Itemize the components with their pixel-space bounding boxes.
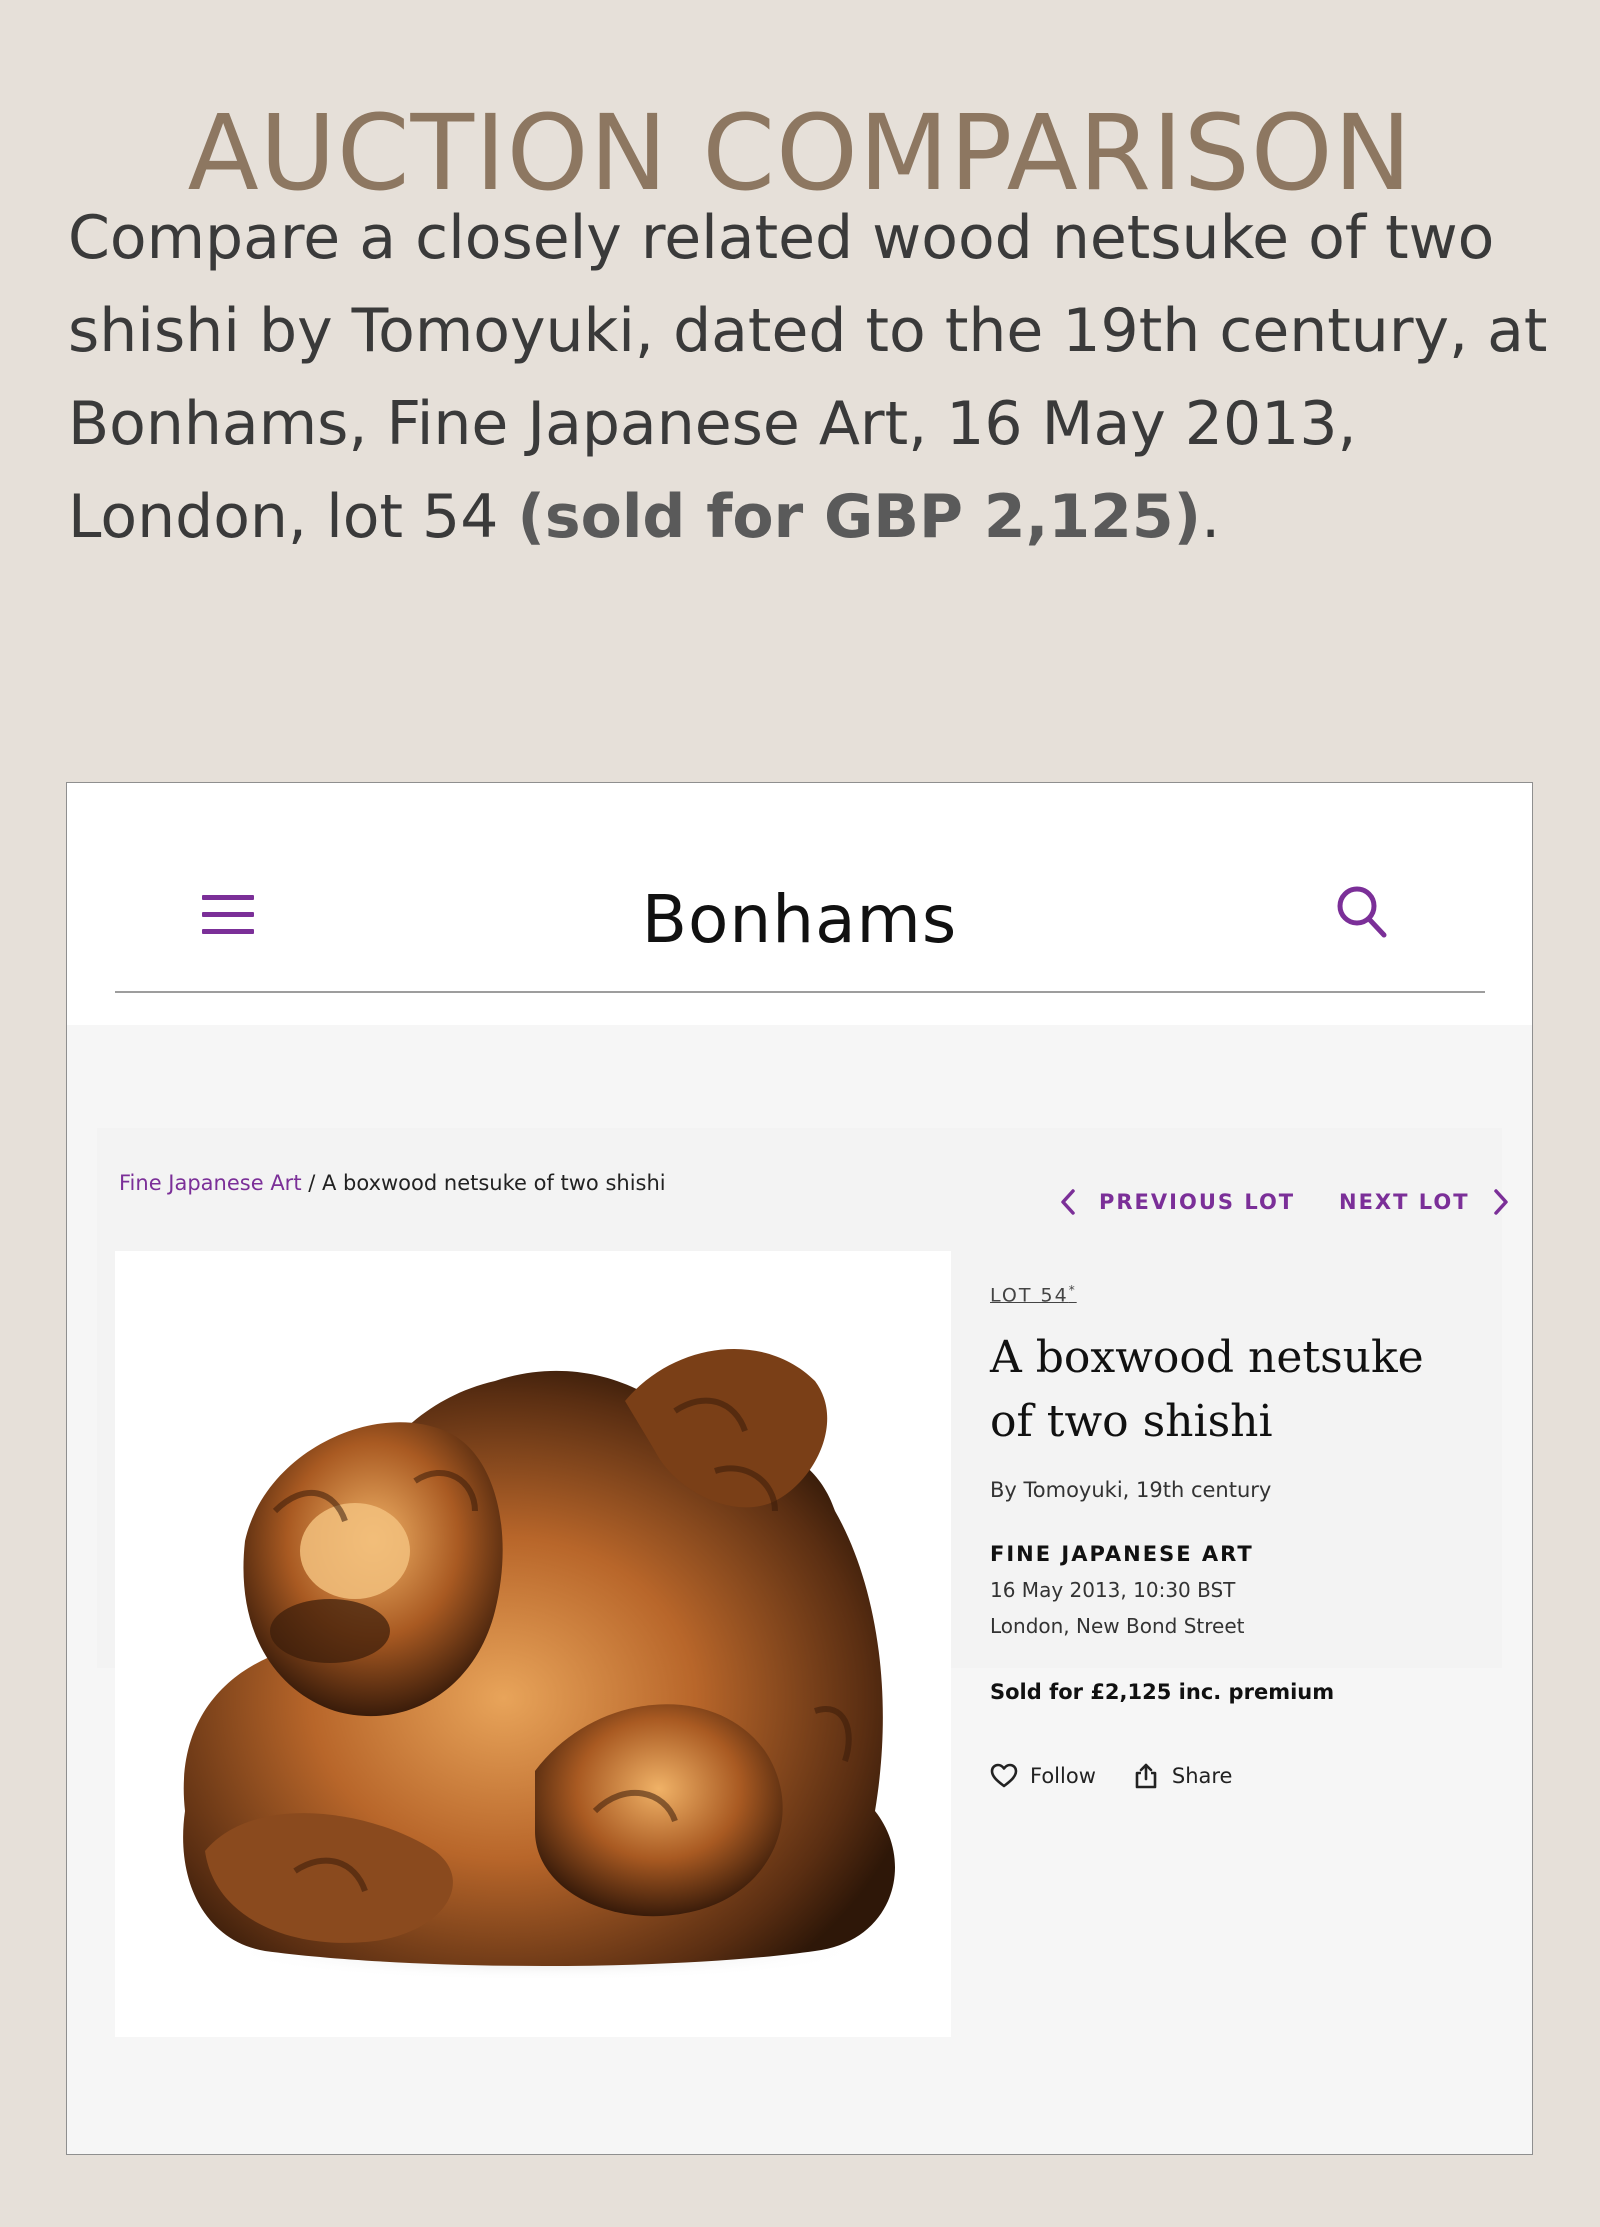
breadcrumb-link-sale[interactable]: Fine Japanese Art <box>119 1171 302 1195</box>
sale-location: London, New Bond Street <box>990 1614 1245 1639</box>
comparison-end: . <box>1201 482 1221 552</box>
follow-label: Follow <box>1030 1764 1096 1789</box>
lot-title-line-1: A boxwood netsuke <box>990 1332 1424 1384</box>
share-icon <box>1135 1764 1157 1789</box>
sale-name[interactable]: FINE JAPANESE ART <box>990 1542 1460 1566</box>
lot-number-mark: * <box>1068 1283 1077 1297</box>
lot-image[interactable] <box>115 1251 951 2037</box>
screenshot-frame: Bonhams Fine Japanese Art / A boxwood ne… <box>66 782 1533 2155</box>
previous-lot-label: PREVIOUS LOT <box>1099 1190 1296 1214</box>
lot-title: A boxwood netsuke of two shishi <box>990 1326 1460 1454</box>
lot-number[interactable]: LOT 54* <box>990 1283 1460 1306</box>
header-divider <box>115 991 1485 993</box>
sale-date: 16 May 2013, 10:30 BST <box>990 1578 1236 1603</box>
breadcrumb: Fine Japanese Art / A boxwood netsuke of… <box>119 1171 666 1195</box>
heart-icon <box>990 1764 1018 1788</box>
breadcrumb-current: A boxwood netsuke of two shishi <box>322 1171 666 1195</box>
next-lot-label: NEXT LOT <box>1339 1190 1470 1214</box>
lot-details: LOT 54* A boxwood netsuke of two shishi … <box>990 1283 1460 1790</box>
bonhams-logo[interactable]: Bonhams <box>67 881 1532 958</box>
lot-byline: By Tomoyuki, 19th century <box>990 1478 1272 1503</box>
breadcrumb-separator: / <box>301 1171 322 1195</box>
next-lot-button[interactable]: NEXT LOT <box>1339 1188 1510 1216</box>
site-header: Bonhams <box>67 783 1532 1025</box>
lot-number-text: LOT 54 <box>990 1284 1069 1307</box>
share-label: Share <box>1171 1764 1233 1789</box>
sold-price: Sold for £2,125 inc. premium <box>990 1680 1335 1705</box>
share-button[interactable]: Share <box>1132 1762 1233 1790</box>
lot-actions: Follow Share <box>990 1762 1460 1790</box>
chevron-right-icon <box>1493 1189 1508 1215</box>
lot-title-line-2: of two shishi <box>990 1396 1273 1448</box>
netsuke-image <box>183 1348 896 1981</box>
comparison-text: Compare a closely related wood netsuke o… <box>68 192 1548 564</box>
chevron-left-icon <box>1061 1189 1075 1215</box>
follow-button[interactable]: Follow <box>990 1763 1096 1789</box>
search-icon[interactable] <box>1332 883 1392 943</box>
previous-lot-button[interactable]: PREVIOUS LOT <box>1059 1188 1295 1216</box>
sold-price-highlight: (sold for GBP 2,125) <box>517 482 1202 552</box>
